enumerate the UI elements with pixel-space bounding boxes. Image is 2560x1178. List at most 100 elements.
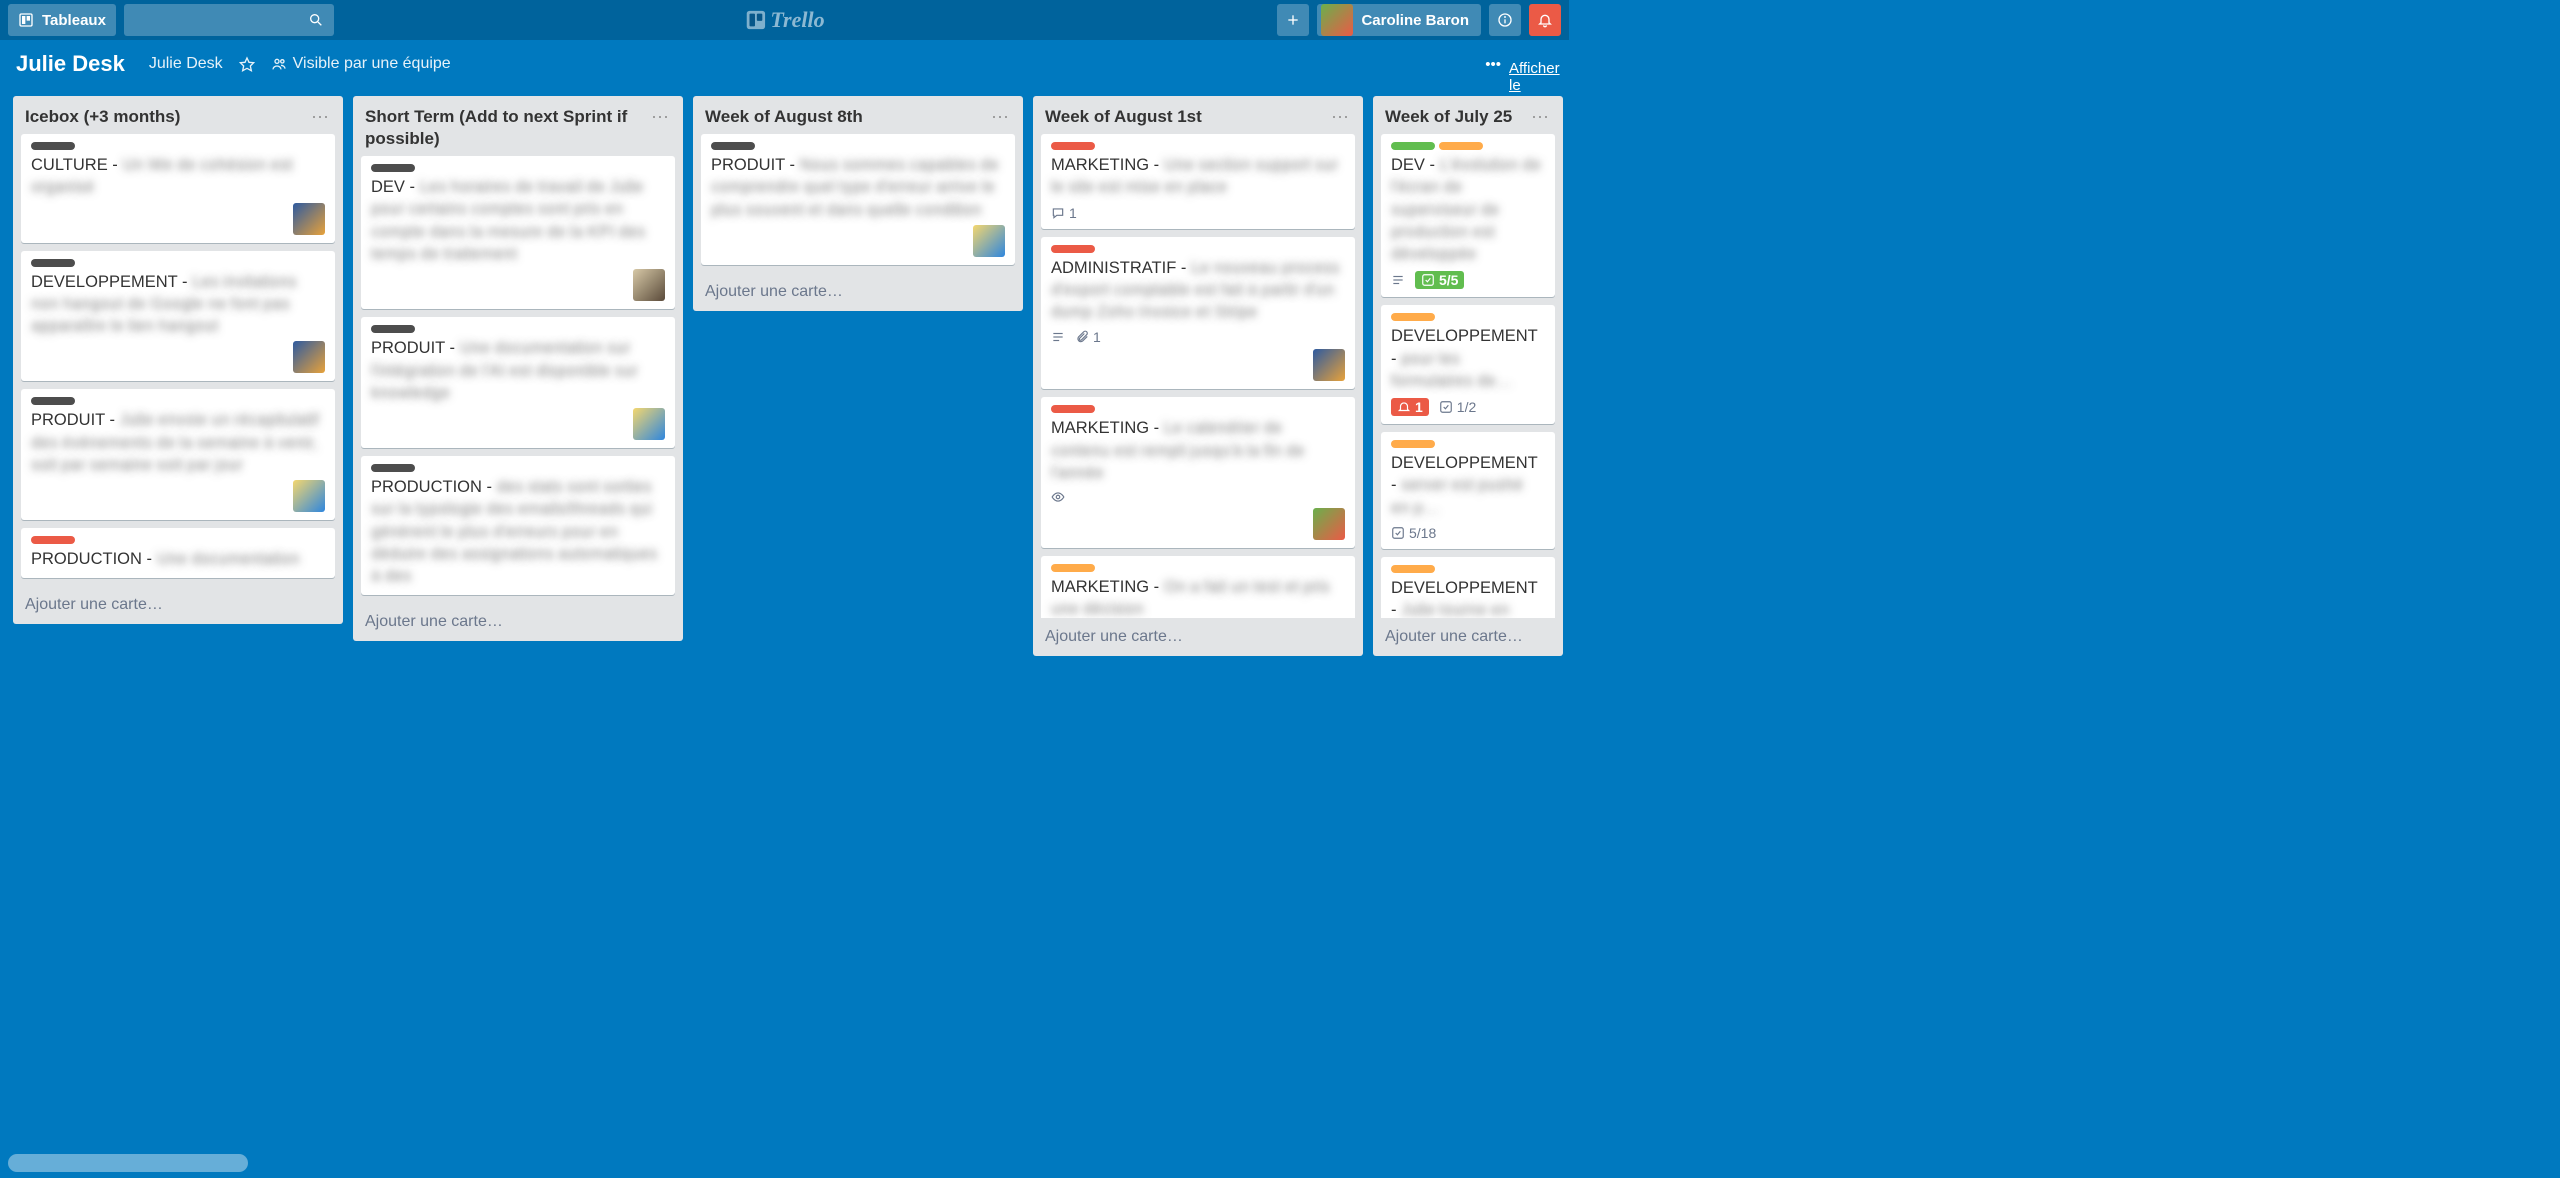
card-labels (371, 164, 665, 172)
card[interactable]: DEVELOPPEMENT - server est pushé en p… 5/… (1381, 432, 1555, 549)
label-green[interactable] (1391, 142, 1435, 150)
card[interactable]: CULTURE - Un We de cohésion est organisé (21, 134, 335, 243)
label-gray[interactable] (31, 142, 75, 150)
label-gray[interactable] (371, 325, 415, 333)
card-title: PRODUIT - Julie envoie un récapitulatif … (31, 409, 325, 476)
card-badges: 5/18 (1391, 525, 1545, 541)
label-red[interactable] (31, 536, 75, 544)
card-labels (711, 142, 1005, 150)
notifications-button[interactable] (1529, 4, 1561, 36)
list-menu-button[interactable]: ⋯ (649, 106, 671, 128)
star-icon (239, 56, 255, 72)
label-red[interactable] (1051, 245, 1095, 253)
label-gray[interactable] (371, 464, 415, 472)
card-title: DEVELOPPEMENT - Julie tourne en release (1391, 577, 1545, 618)
card-title: DEVELOPPEMENT - pour les formulaires de… (1391, 325, 1545, 392)
label-red[interactable] (1051, 405, 1095, 413)
card[interactable]: MARKETING - Une section support sur le s… (1041, 134, 1355, 229)
list-menu-button[interactable]: ⋯ (1329, 106, 1351, 128)
card[interactable]: DEV - Les horaires de travail de Julie p… (361, 156, 675, 309)
label-orange[interactable] (1051, 564, 1095, 572)
board-org[interactable]: Julie Desk (149, 55, 223, 73)
user-menu[interactable]: Caroline Baron (1317, 4, 1481, 36)
badge-check: 5/18 (1391, 525, 1436, 541)
list-menu-button[interactable]: ⋯ (989, 106, 1011, 128)
list: Short Term (Add to next Sprint if possib… (353, 96, 683, 641)
label-orange[interactable] (1439, 142, 1483, 150)
member-avatar[interactable] (293, 341, 325, 373)
list-title[interactable]: Week of August 1st (1045, 106, 1329, 128)
visibility-button[interactable]: Visible par une équipe (271, 55, 451, 73)
list: Week of August 8th⋯ PRODUIT - Nous sommes… (693, 96, 1023, 311)
card-labels (1051, 245, 1345, 253)
card[interactable]: PRODUCTION - des stats sont sorties sur … (361, 456, 675, 595)
board-name[interactable]: Julie Desk (16, 51, 125, 77)
label-orange[interactable] (1391, 440, 1435, 448)
card[interactable]: PRODUIT - Nous sommes capables de compre… (701, 134, 1015, 265)
card[interactable]: MARKETING - Le calendrier de contenu est… (1041, 397, 1355, 548)
label-gray[interactable] (711, 142, 755, 150)
label-gray[interactable] (371, 164, 415, 172)
member-avatar[interactable] (293, 480, 325, 512)
search-box[interactable] (124, 4, 334, 36)
card-title: DEVELOPPEMENT - server est pushé en p… (1391, 452, 1545, 519)
add-card-button[interactable]: Ajouter une carte… (693, 273, 1023, 311)
add-card-button[interactable]: Ajouter une carte… (1033, 618, 1363, 656)
card-labels (1051, 564, 1345, 572)
card[interactable]: DEVELOPPEMENT - Julie tourne en release (1381, 557, 1555, 618)
member-avatar[interactable] (1313, 508, 1345, 540)
card-title: DEV - L'évolution de l'écran de supervis… (1391, 154, 1545, 265)
horizontal-scrollbar-thumb[interactable] (8, 1154, 248, 1172)
card-labels (31, 536, 325, 544)
add-card-button[interactable]: Ajouter une carte… (353, 603, 683, 641)
card[interactable]: MARKETING - On a fait un test et pris un… (1041, 556, 1355, 618)
list-cards: DEV - Les horaires de travail de Julie p… (353, 156, 683, 603)
create-button[interactable] (1277, 4, 1309, 36)
member-avatar[interactable] (973, 225, 1005, 257)
list-header: Icebox (+3 months)⋯ (13, 96, 343, 134)
card[interactable]: DEV - L'évolution de l'écran de supervis… (1381, 134, 1555, 297)
team-icon (271, 56, 287, 72)
list-cards: DEV - L'évolution de l'écran de supervis… (1373, 134, 1563, 618)
card[interactable]: DEVELOPPEMENT - pour les formulaires de…… (1381, 305, 1555, 424)
add-card-button[interactable]: Ajouter une carte… (1373, 618, 1563, 656)
card[interactable]: PRODUIT - Julie envoie un récapitulatif … (21, 389, 335, 520)
show-menu-button[interactable]: ••• Afficher le menu (1485, 56, 1553, 73)
board-canvas[interactable]: Icebox (+3 months)⋯CULTURE - Un We de co… (0, 88, 1569, 1178)
list: Week of August 1st⋯MARKETING - Une secti… (1033, 96, 1363, 656)
list-title[interactable]: Week of July 25 (1385, 106, 1529, 128)
header-right: Caroline Baron (1273, 4, 1565, 36)
label-red[interactable] (1051, 142, 1095, 150)
member-avatar[interactable] (633, 408, 665, 440)
list-title[interactable]: Week of August 8th (705, 106, 989, 128)
card-badges: 11/2 (1391, 398, 1545, 416)
list-title[interactable]: Short Term (Add to next Sprint if possib… (365, 106, 649, 150)
trello-logo[interactable]: Trello (744, 7, 824, 33)
add-card-button[interactable]: Ajouter une carte… (13, 586, 343, 624)
label-gray[interactable] (31, 259, 75, 267)
card-members (1051, 508, 1345, 540)
list-menu-button[interactable]: ⋯ (309, 106, 331, 128)
card-badges (1051, 490, 1345, 504)
info-icon (1497, 12, 1513, 28)
label-gray[interactable] (31, 397, 75, 405)
boards-button[interactable]: Tableaux (8, 4, 116, 36)
member-avatar[interactable] (293, 203, 325, 235)
label-orange[interactable] (1391, 565, 1435, 573)
boards-icon (18, 12, 34, 28)
star-button[interactable] (239, 56, 255, 72)
card[interactable]: DEVELOPPEMENT - Les invitations non hang… (21, 251, 335, 382)
info-button[interactable] (1489, 4, 1521, 36)
ellipsis-icon: ••• (1485, 56, 1501, 73)
list-title[interactable]: Icebox (+3 months) (25, 106, 309, 128)
card[interactable]: PRODUCTION - Une documentation (21, 528, 335, 578)
card-labels (1391, 313, 1545, 321)
member-avatar[interactable] (633, 269, 665, 301)
member-avatar[interactable] (1313, 349, 1345, 381)
card[interactable]: ADMINISTRATIF - Le nouveau process d'exp… (1041, 237, 1355, 390)
list-menu-button[interactable]: ⋯ (1529, 106, 1551, 128)
user-avatar (1321, 4, 1353, 36)
list-header: Week of August 1st⋯ (1033, 96, 1363, 134)
card[interactable]: PRODUIT - Une documentation sur l'intégr… (361, 317, 675, 448)
label-orange[interactable] (1391, 313, 1435, 321)
